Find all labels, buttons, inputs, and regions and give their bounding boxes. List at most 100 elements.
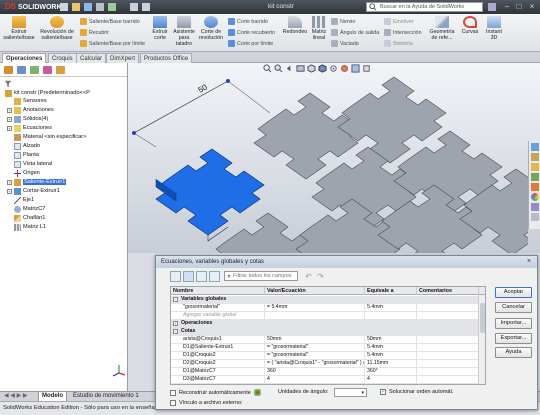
tree-item-vista-lateral[interactable]: Vista lateral xyxy=(14,160,52,168)
table-cell-value[interactable]: = "grosormaterial" xyxy=(265,344,365,352)
filter-field[interactable] xyxy=(224,271,298,281)
table-row[interactable]: D1@MatrizC7 360 360° xyxy=(171,368,485,376)
import-button[interactable]: Importar... xyxy=(495,318,532,329)
ordered-view-icon[interactable] xyxy=(209,270,220,282)
help-button[interactable]: Ayuda xyxy=(495,347,532,358)
dimension-handle-start[interactable] xyxy=(132,131,136,135)
table-cell-name[interactable]: D3@MatrizC7 xyxy=(171,376,265,384)
solidworks-logo[interactable]: ᗪS SOLIDWORKS xyxy=(4,2,66,12)
dimxpert-tab-icon[interactable] xyxy=(43,66,52,74)
featuremanager-tab-icon[interactable] xyxy=(4,66,13,74)
column-header[interactable]: Nombre xyxy=(171,287,265,295)
column-header[interactable]: Equivale a xyxy=(365,287,417,295)
configurationmanager-tab-icon[interactable] xyxy=(30,66,39,74)
tab-croquis[interactable]: Croquis xyxy=(48,53,77,63)
table-cell-name[interactable]: D1@Saliente-Extruir1 xyxy=(171,344,265,352)
revolve-boss-button[interactable]: Revolución de saliente/base xyxy=(40,16,74,41)
linear-pattern-button[interactable]: Matriz lineal xyxy=(308,16,330,41)
table-row[interactable]: D1@Saliente-Extruir1 = "grosormaterial" 5.… xyxy=(171,344,485,352)
dialog-close-button[interactable]: × xyxy=(524,258,534,266)
table-cell-name[interactable]: Operaciones xyxy=(171,320,265,328)
tree-item-material[interactable]: Material <sin especificar> xyxy=(14,133,86,141)
column-header[interactable]: Comentarios xyxy=(417,287,479,295)
tree-item-anotaciones[interactable]: + Anotaciones xyxy=(7,106,54,114)
solidworks-forum-icon[interactable] xyxy=(531,213,539,221)
filter-input[interactable] xyxy=(233,273,297,279)
mirror-button[interactable]: Simetría xyxy=(384,39,413,48)
ok-button[interactable]: Aceptar xyxy=(495,287,532,298)
expand-icon[interactable]: + xyxy=(7,107,12,113)
appearances-icon[interactable] xyxy=(531,193,539,201)
auto-solve-checkbox[interactable]: ✓ Solucionar orden automát. xyxy=(380,389,454,395)
wrap-button[interactable]: Envolver xyxy=(384,17,414,26)
expand-icon[interactable]: + xyxy=(7,125,12,131)
table-cell-name[interactable]: D1@MatrizC7 xyxy=(171,368,265,376)
redo-icon[interactable]: ↷ xyxy=(316,272,325,281)
file-explorer-icon[interactable] xyxy=(531,163,539,171)
fillet-button[interactable]: Redondeo xyxy=(282,16,308,35)
extruded-cut-button[interactable]: Extruir corte xyxy=(147,16,173,41)
tree-item-cortar-extruir1[interactable]: + Cortar-Extruir1 xyxy=(7,187,60,195)
table-cell-name[interactable]: "grosormaterial" xyxy=(171,304,265,312)
intersect-button[interactable]: Intersección xyxy=(384,28,422,37)
sketch-equation-view-icon[interactable] xyxy=(183,270,194,282)
table-cell-value[interactable] xyxy=(265,312,365,320)
reference-geometry-button[interactable]: Geometría de refe... xyxy=(426,16,458,41)
dimension-value[interactable]: 50 xyxy=(197,82,210,94)
propertymanager-tab-icon[interactable] xyxy=(17,66,26,74)
dimension-view-icon[interactable] xyxy=(196,270,207,282)
table-cell-name[interactable]: Cotas xyxy=(171,328,265,336)
link-external-checkbox[interactable]: Vínculo a archivo externo: xyxy=(170,400,243,406)
help-icon[interactable] xyxy=(488,3,496,11)
tree-item-origen[interactable]: Origen xyxy=(14,169,40,177)
gray-piece[interactable] xyxy=(295,198,405,253)
instant3d-button[interactable]: Instant 3D xyxy=(482,16,506,41)
tree-item-solidos[interactable]: + Sólidos(4) xyxy=(7,115,48,123)
table-row[interactable]: arista@Croquis1 50mm 50mm xyxy=(171,336,485,344)
table-cell-value[interactable]: 360 xyxy=(265,368,365,376)
extrude-boss-button[interactable]: Extruir saliente/base xyxy=(2,16,36,41)
expand-icon[interactable]: + xyxy=(7,116,12,122)
checkbox-box[interactable] xyxy=(170,400,176,406)
curves-button[interactable]: Curvas xyxy=(458,16,482,35)
open-folder-icon[interactable] xyxy=(72,3,80,11)
rebuild-icon[interactable] xyxy=(130,3,138,11)
tree-item-matrizl1[interactable]: Matriz L1 xyxy=(14,223,46,231)
display-manager-tab-icon[interactable] xyxy=(56,66,65,74)
revolved-cut-button[interactable]: Corte de revolución xyxy=(195,16,227,41)
table-cell-name[interactable]: Agregar variable global xyxy=(171,312,265,320)
table-row[interactable]: D3@MatrizC7 4 4 xyxy=(171,376,485,384)
lofted-cut-button[interactable]: Corte recubierto xyxy=(228,28,275,37)
shell-button[interactable]: Vaciado xyxy=(331,39,359,48)
table-row[interactable]: D2@Croquis2 = ( "arista@Croquis1" - "gros… xyxy=(171,360,485,368)
draft-button[interactable]: Ángulo de salida xyxy=(331,28,379,37)
scrollbar-thumb[interactable] xyxy=(480,303,485,333)
custom-properties-icon[interactable] xyxy=(531,203,539,211)
table-section-row[interactable]: + Operaciones xyxy=(171,320,485,328)
solidworks-resources-icon[interactable] xyxy=(531,143,539,151)
equation-view-icon[interactable] xyxy=(170,270,181,282)
new-document-icon[interactable] xyxy=(60,3,68,11)
tree-item-saliente-extruir1[interactable]: + Saliente-Extruir1 xyxy=(7,178,67,186)
help-search[interactable]: Buscar en la Ayuda de SolidWorks xyxy=(366,2,483,12)
rib-button[interactable]: Nervio xyxy=(331,17,355,26)
boundary-cut-button[interactable]: Corte por límite xyxy=(228,39,273,48)
tab-operaciones[interactable]: Operaciones xyxy=(2,53,47,63)
auto-rebuild-checkbox[interactable]: Reconstruir automáticamente xyxy=(170,389,261,396)
design-library-icon[interactable] xyxy=(531,153,539,161)
tree-item-planta[interactable]: Planta xyxy=(14,151,39,159)
table-cell-name[interactable]: Variables globales xyxy=(171,296,265,304)
boundary-boss-button[interactable]: Saliente/Base por límite xyxy=(80,39,145,48)
view-palette-icon[interactable] xyxy=(531,183,539,191)
table-cell-value[interactable] xyxy=(265,296,365,304)
swept-boss-button[interactable]: Saliente/Base barrido xyxy=(80,17,140,26)
table-cell-name[interactable]: arista@Croquis1 xyxy=(171,336,265,344)
table-cell-value[interactable]: = ( "arista@Croquis1" - "grosormaterial"… xyxy=(265,360,365,368)
maximize-button[interactable]: □ xyxy=(512,2,526,12)
save-icon[interactable] xyxy=(84,3,92,11)
table-cell-value[interactable] xyxy=(265,328,365,336)
hole-wizard-button[interactable]: Asistente para taladro xyxy=(173,16,195,47)
close-button[interactable]: × xyxy=(525,2,539,12)
dimension-handle-end[interactable] xyxy=(226,79,230,83)
tree-item-matrizc7[interactable]: MatrizC7 xyxy=(14,205,45,213)
